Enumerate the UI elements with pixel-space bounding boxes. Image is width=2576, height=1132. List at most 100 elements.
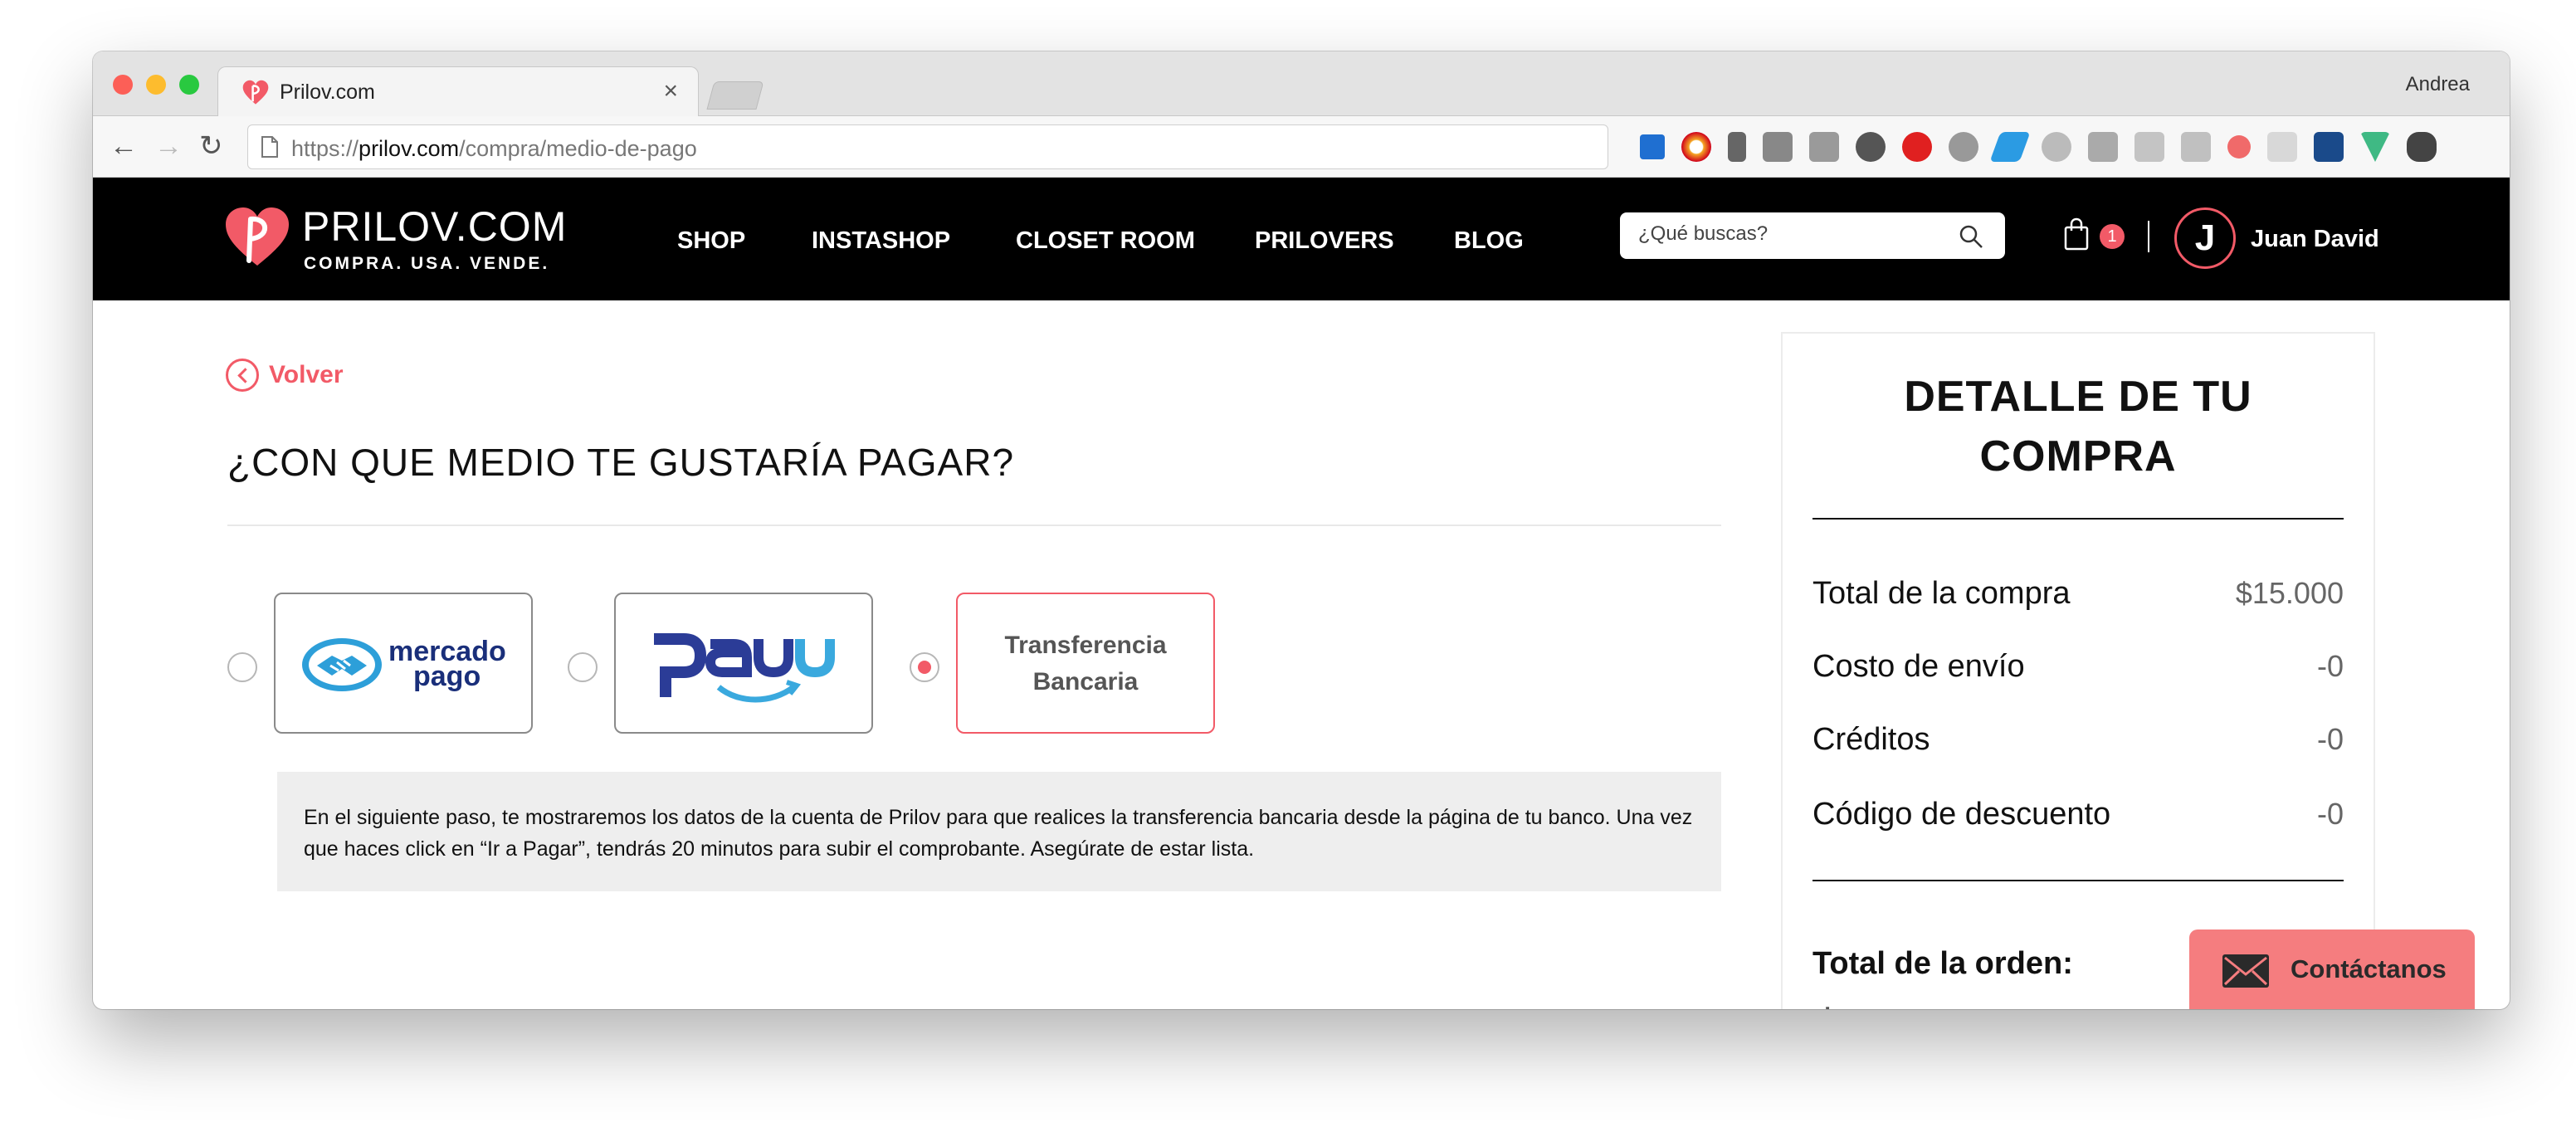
payment-info-text: En el siguiente paso, te mostraremos los… [304,806,1693,861]
nav-prilovers[interactable]: PRILOVERS [1255,227,1394,255]
tab-title: Prilov.com [280,81,375,104]
summary-row-value: -0 [2316,797,2344,831]
payment-card-mercado-pago[interactable]: mercado pago [274,593,533,734]
transferencia-label: Transferencia Bancaria [958,627,1213,700]
chevron-left-circle-icon [226,359,259,392]
extension-dropper-icon[interactable] [1728,132,1746,162]
mercado-pago-logo-text: mercado pago [388,637,506,692]
extension-docs-icon[interactable] [2134,132,2164,162]
summary-title-line1: DETALLE DE TU [1904,373,2252,421]
radio-payu[interactable] [568,652,598,682]
tab-close-icon[interactable]: × [663,77,678,105]
logo-tagline: COMPRA. USA. VENDE. [304,254,550,273]
extension-ghost-icon[interactable] [1763,132,1793,162]
prilov-logo-icon[interactable] [224,204,290,271]
summary-row-value: -0 [2316,722,2344,756]
new-tab-button[interactable] [706,81,764,110]
back-link[interactable]: Volver [226,357,344,393]
shopping-bag-icon[interactable] [2063,217,2090,251]
logo-name[interactable]: PRILOV.COM [302,202,567,251]
summary-row-label: Costo de envío [1812,649,2025,684]
mercado-pago-handshake-icon [302,638,382,691]
mercado-pago-line2: pago [413,661,481,692]
envelope-icon [2222,954,2269,988]
contact-label: Contáctanos [2291,954,2447,983]
header-divider [2148,221,2149,252]
address-bar[interactable]: https://prilov.com/compra/medio-de-pago [247,124,1608,169]
summary-row-label: Total de la compra [1812,576,2071,611]
extension-drive-icon[interactable] [2181,132,2211,162]
radio-transferencia[interactable] [910,652,939,682]
search-box [1620,212,2005,259]
nav-blog[interactable]: BLOG [1454,227,1524,255]
back-arrow-icon[interactable]: ← [110,129,138,163]
nav-closet-room[interactable]: CLOSET ROOM [1016,227,1195,255]
summary-row-label: Créditos [1812,722,1930,757]
extension-gear-icon[interactable] [1949,132,1978,162]
url-scheme: https:// [291,136,359,161]
summary-divider-bottom [1812,880,2344,881]
order-summary-panel: DETALLE DE TU COMPRA Total de la compra … [1781,332,2375,1009]
page-info-icon [261,136,278,158]
close-window-button[interactable] [113,75,133,95]
reload-icon[interactable]: ↻ [199,129,223,163]
summary-title-line2: COMPRA [1979,432,2177,481]
extension-evernote-icon[interactable] [2407,132,2437,162]
extension-vue-icon[interactable] [2360,132,2390,162]
avatar[interactable]: J [2174,207,2236,269]
extension-bookmark-icon[interactable] [2314,132,2344,162]
extension-vimeo-icon[interactable] [1640,134,1665,159]
radio-mercado-pago[interactable] [227,652,257,682]
payment-info-box: En el siguiente paso, te mostraremos los… [277,772,1721,891]
summary-row-value: -0 [2316,649,2344,683]
summary-row-codigo-descuento: Código de descuento -0 [1812,797,2344,838]
prilov-favicon-icon [242,80,269,105]
browser-window: Prilov.com × Andrea ← → ↻ https://prilov… [93,51,2510,1009]
search-input[interactable] [1638,222,1945,246]
transferencia-line1: Transferencia [1004,632,1167,659]
extension-skype-icon[interactable] [2042,132,2071,162]
page-title: ¿CON QUE MEDIO TE GUSTARÍA PAGAR? [227,441,1015,484]
url-host: prilov.com [359,136,460,161]
summary-row-label: Código de descuento [1812,797,2111,832]
extension-screen-icon[interactable] [2267,132,2297,162]
browser-tab[interactable]: Prilov.com × [217,66,699,118]
extension-asana-icon[interactable] [2227,135,2251,159]
summary-row-total-compra: Total de la compra $15.000 [1812,576,2344,617]
url-text: https://prilov.com/compra/medio-de-pago [291,136,697,162]
summary-row-creditos: Créditos -0 [1812,722,2344,764]
user-name[interactable]: Juan David [2251,226,2379,253]
summary-row-costo-envio: Costo de envío -0 [1812,649,2344,690]
title-divider [227,525,1721,526]
extension-camera-icon[interactable] [1809,132,1839,162]
back-label: Volver [269,361,344,388]
summary-divider-top [1812,518,2344,520]
url-path: /compra/medio-de-pago [459,136,697,161]
payment-card-transferencia[interactable]: Transferencia Bancaria [956,593,1215,734]
extension-sync-icon[interactable] [1856,132,1886,162]
order-total-value: $15.000 [1812,998,2004,1009]
nav-instashop[interactable]: INSTASHOP [812,227,950,255]
extension-grammarly-icon[interactable] [2088,132,2118,162]
search-icon[interactable] [1959,224,1983,249]
nav-shop[interactable]: SHOP [677,227,745,255]
forward-arrow-icon[interactable]: → [154,129,183,163]
order-total-label: Total de la orden: [1812,946,2073,981]
extension-color-picker-icon[interactable] [1681,132,1711,162]
cart-count-badge: 1 [2100,224,2125,249]
browser-toolbar: ← → ↻ https://prilov.com/compra/medio-de… [93,116,2510,178]
extension-icons [1640,131,2461,163]
contact-button[interactable]: Contáctanos [2189,930,2475,1009]
summary-title: DETALLE DE TU COMPRA [1783,367,2374,486]
summary-row-value: $15.000 [2235,576,2344,610]
browser-menu-icon[interactable] [2453,132,2461,162]
extension-feather-icon[interactable] [1989,132,2031,162]
minimize-window-button[interactable] [146,75,166,95]
extension-power-icon[interactable] [1902,132,1932,162]
site-header: PRILOV.COM COMPRA. USA. VENDE. SHOP INST… [93,178,2510,300]
payment-card-payu[interactable] [614,593,873,734]
payu-logo-icon [654,633,835,703]
browser-tab-bar: Prilov.com × Andrea [93,51,2510,118]
browser-profile-name[interactable]: Andrea [2406,73,2470,96]
maximize-window-button[interactable] [179,75,199,95]
